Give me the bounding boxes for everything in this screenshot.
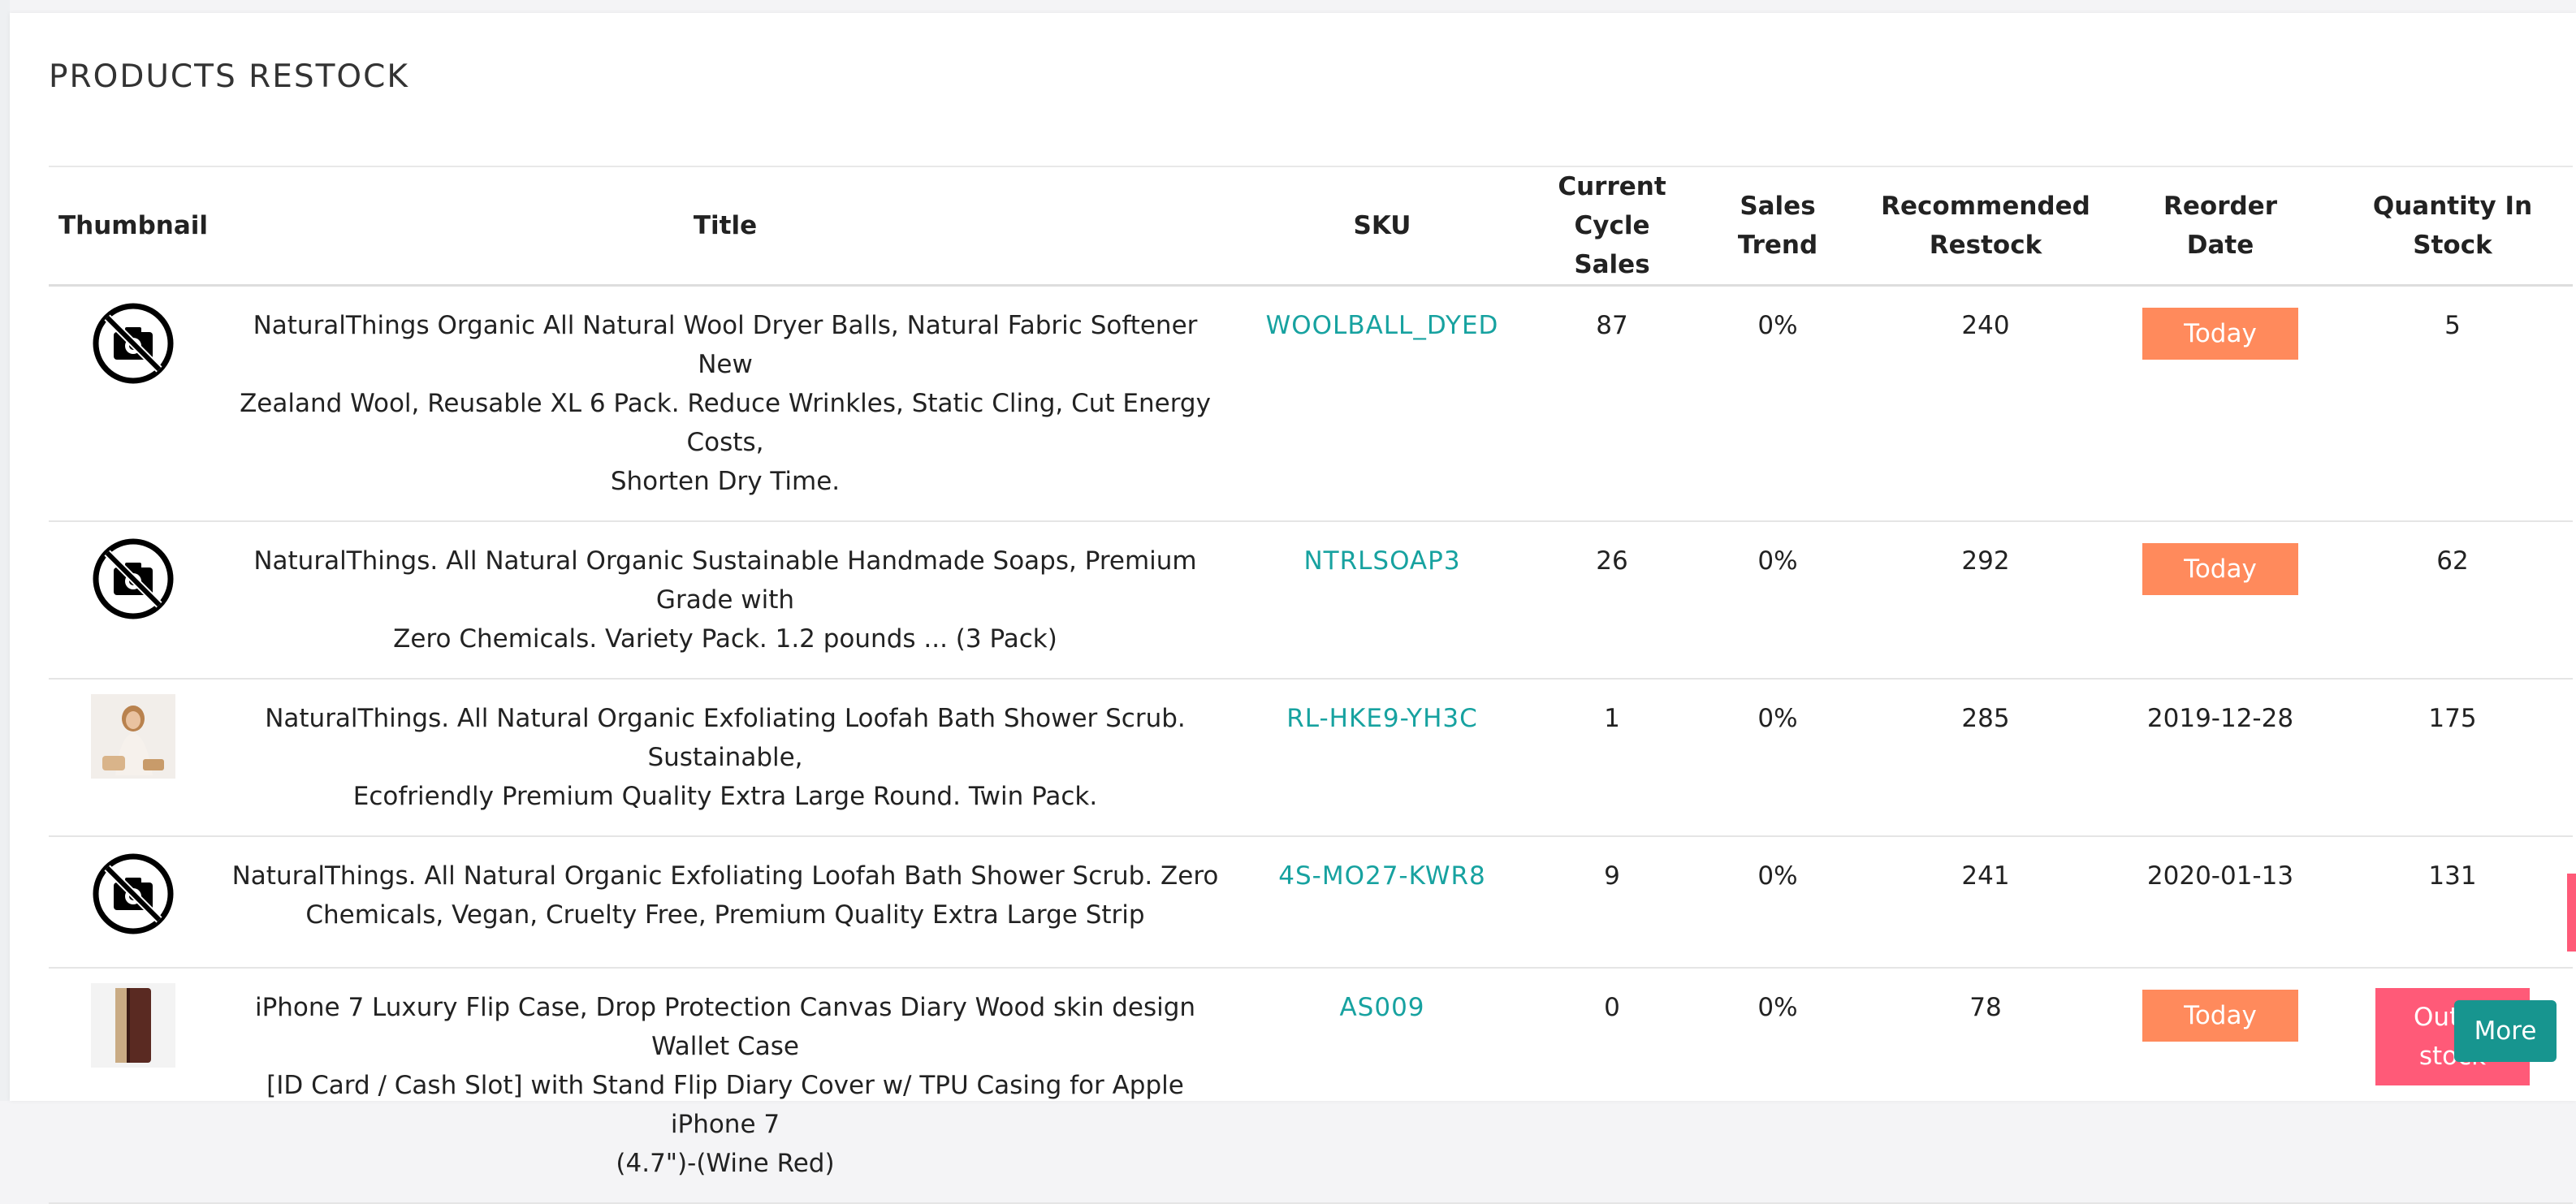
current-cycle-sales: 87 xyxy=(1532,285,1692,522)
reorder-date-cell: Today xyxy=(2108,521,2332,680)
sales-trend: 0% xyxy=(1692,285,1863,522)
product-photo-phone-case[interactable] xyxy=(91,983,175,1068)
sales-trend: 0% xyxy=(1692,836,1863,969)
reorder-date: 2019-12-28 xyxy=(2108,679,2332,837)
recommended-restock: 285 xyxy=(1863,679,2108,837)
more-button[interactable]: More xyxy=(2454,1000,2557,1062)
recommended-restock: 240 xyxy=(1863,285,2108,522)
col-sales-trend[interactable]: Sales Trend xyxy=(1692,167,1863,287)
no-image-icon[interactable] xyxy=(91,301,175,386)
col-current-cycle-sales[interactable]: Current Cycle Sales xyxy=(1532,167,1692,287)
thumbnail-cell xyxy=(49,521,218,680)
col-title[interactable]: Title xyxy=(218,167,1233,287)
sku-link[interactable]: NTRLSOAP3 xyxy=(1303,546,1460,576)
current-cycle-sales: 0 xyxy=(1532,968,1692,1204)
table-row: NaturalThings. All Natural Organic Susta… xyxy=(49,521,2573,680)
quantity-in-stock: 131 xyxy=(2332,836,2573,969)
product-title: NaturalThings Organic All Natural Wool D… xyxy=(218,285,1233,522)
sku-link[interactable]: AS009 xyxy=(1339,993,1424,1022)
reorder-date-cell: Today xyxy=(2108,285,2332,522)
recommended-restock: 78 xyxy=(1863,968,2108,1204)
product-title: iPhone 7 Luxury Flip Case, Drop Protecti… xyxy=(218,968,1233,1204)
current-cycle-sales: 9 xyxy=(1532,836,1692,969)
current-cycle-sales: 26 xyxy=(1532,521,1692,680)
product-title: NaturalThings. All Natural Organic Exfol… xyxy=(218,679,1233,837)
table-header-row: Thumbnail Title SKU Current Cycle Sales S… xyxy=(49,167,2573,287)
table-row: NaturalThings. All Natural Organic Exfol… xyxy=(49,679,2573,837)
quantity-in-stock: 5 xyxy=(2332,285,2573,522)
reorder-today-badge: Today xyxy=(2142,308,2298,360)
reorder-date-cell: Today xyxy=(2108,968,2332,1204)
col-sku[interactable]: SKU xyxy=(1233,167,1532,287)
top-bar xyxy=(0,0,2576,13)
quantity-in-stock: 175 xyxy=(2332,679,2573,837)
current-cycle-sales: 1 xyxy=(1532,679,1692,837)
side-tab[interactable] xyxy=(2567,874,2576,952)
col-thumbnail: Thumbnail xyxy=(49,167,218,287)
recommended-restock: 292 xyxy=(1863,521,2108,680)
product-photo-woman-loofah[interactable] xyxy=(91,694,175,779)
sales-trend: 0% xyxy=(1692,968,1863,1204)
col-recommended-restock[interactable]: Recommended Restock xyxy=(1863,167,2108,287)
thumbnail-cell xyxy=(49,836,218,969)
sku-cell: RL-HKE9-YH3C xyxy=(1233,679,1532,837)
product-title: NaturalThings. All Natural Organic Exfol… xyxy=(218,836,1233,969)
thumbnail-cell xyxy=(49,679,218,837)
table-row: iPhone 7 Luxury Flip Case, Drop Protecti… xyxy=(49,968,2573,1204)
thumbnail-cell xyxy=(49,968,218,1204)
sku-link[interactable]: 4S-MO27-KWR8 xyxy=(1278,861,1486,891)
recommended-restock: 241 xyxy=(1863,836,2108,969)
quantity-in-stock: 62 xyxy=(2332,521,2573,680)
no-image-icon[interactable] xyxy=(91,537,175,621)
reorder-today-badge: Today xyxy=(2142,990,2298,1042)
product-title: NaturalThings. All Natural Organic Susta… xyxy=(218,521,1233,680)
sku-link[interactable]: RL-HKE9-YH3C xyxy=(1286,704,1478,733)
sales-trend: 0% xyxy=(1692,679,1863,837)
no-image-icon[interactable] xyxy=(91,852,175,936)
restock-table: Thumbnail Title SKU Current Cycle Sales S… xyxy=(49,167,2573,1204)
col-quantity-in-stock[interactable]: Quantity In Stock xyxy=(2332,167,2573,287)
left-edge xyxy=(0,0,10,1101)
table-row: NaturalThings Organic All Natural Wool D… xyxy=(49,285,2573,522)
products-restock-card: PRODUCTS RESTOCK Thumbnail Title SKU Cur… xyxy=(10,13,2576,1204)
sku-link[interactable]: WOOLBALL_DYED xyxy=(1266,311,1499,340)
sku-cell: NTRLSOAP3 xyxy=(1233,521,1532,680)
sku-cell: 4S-MO27-KWR8 xyxy=(1233,836,1532,969)
sku-cell: AS009 xyxy=(1233,968,1532,1204)
sku-cell: WOOLBALL_DYED xyxy=(1233,285,1532,522)
reorder-today-badge: Today xyxy=(2142,543,2298,595)
col-reorder-date[interactable]: Reorder Date xyxy=(2108,167,2332,287)
page-title: PRODUCTS RESTOCK xyxy=(49,58,409,95)
sales-trend: 0% xyxy=(1692,521,1863,680)
reorder-date: 2020-01-13 xyxy=(2108,836,2332,969)
table-row: NaturalThings. All Natural Organic Exfol… xyxy=(49,836,2573,969)
thumbnail-cell xyxy=(49,285,218,522)
